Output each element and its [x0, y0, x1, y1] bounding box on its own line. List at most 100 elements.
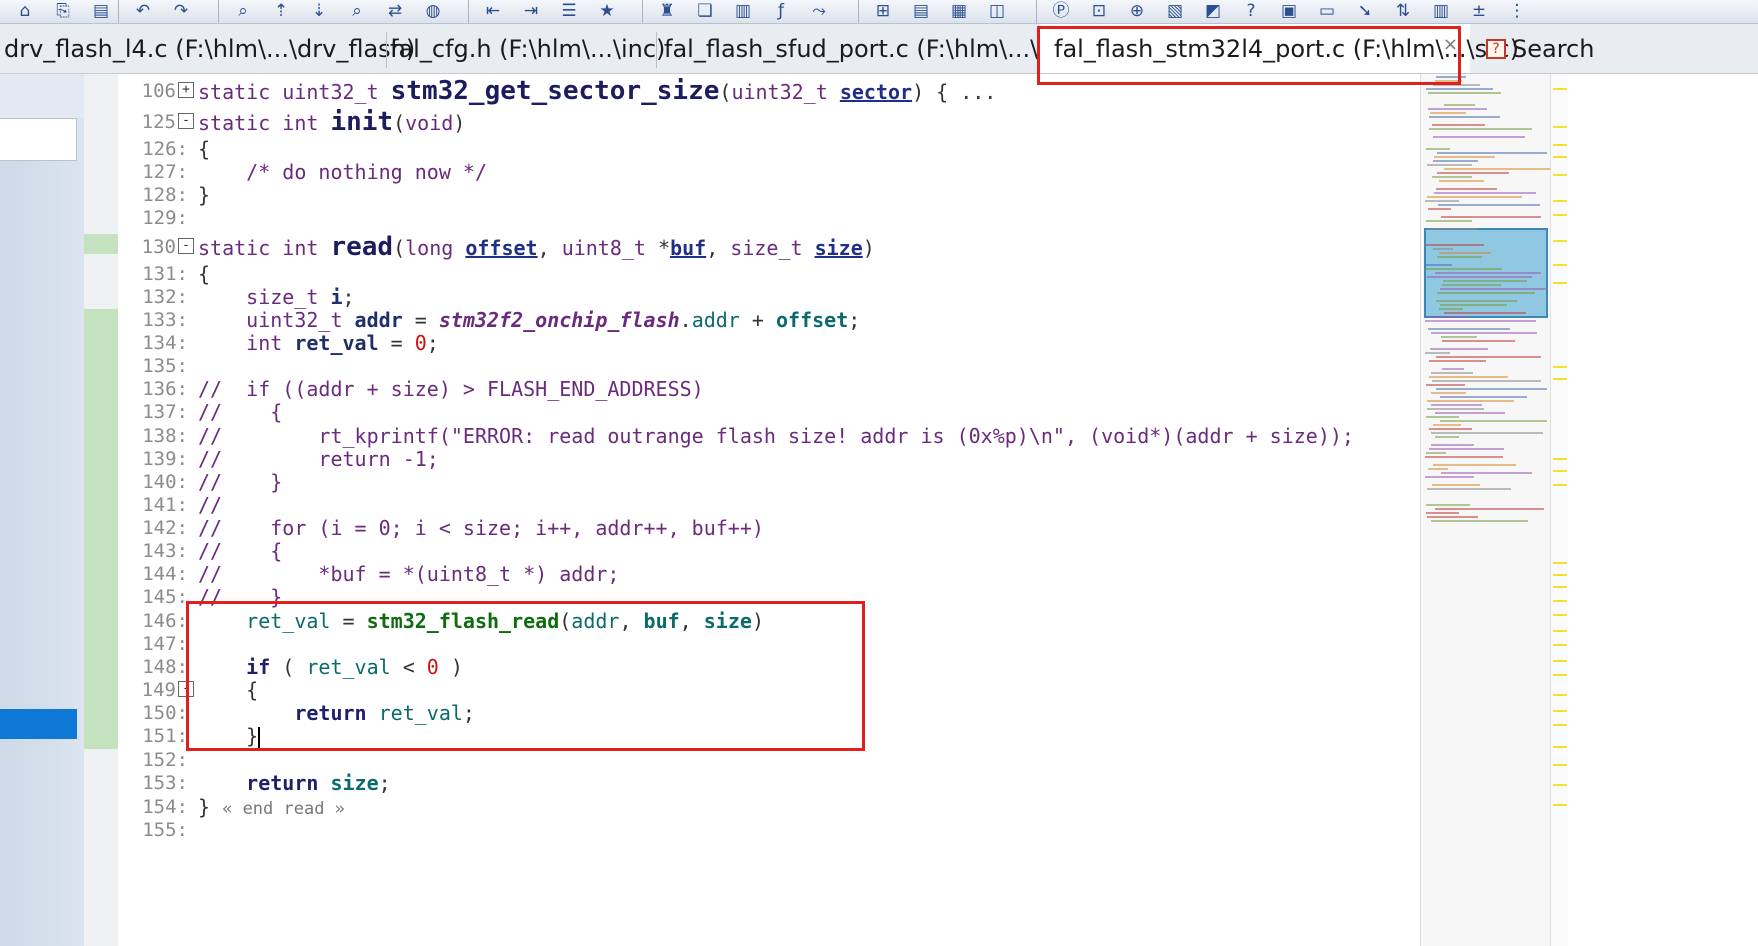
code-token: buf — [670, 236, 707, 260]
code-token: sector — [839, 80, 913, 104]
reference-icon[interactable]: ❏ — [690, 0, 720, 22]
find-up-icon[interactable]: ⇡ — [266, 0, 296, 22]
tab-fal-cfg[interactable]: fal_cfg.h (F:\hlm\...\inc) — [390, 24, 665, 73]
arrow-icon[interactable]: ➘ — [1350, 0, 1380, 22]
minimap-code-line — [1435, 272, 1541, 274]
code-token: ) — [438, 655, 463, 679]
code-editor[interactable]: 106 + static uint32_t stm32_get_sector_siz… — [118, 74, 1420, 946]
minimap-code-line — [1426, 452, 1446, 454]
window-icon[interactable]: ▣ — [1274, 0, 1304, 22]
code-token: // } — [198, 585, 283, 609]
code-token: size — [814, 236, 863, 260]
code-text: int ret_val = 0; — [198, 331, 439, 355]
more-icon[interactable]: ⋮ — [1502, 0, 1532, 22]
minimap[interactable] — [1420, 74, 1550, 946]
jump-forward-icon[interactable]: ⇥ — [516, 0, 546, 22]
clip-icon[interactable]: ◩ — [1198, 0, 1228, 22]
symbol-selected-row[interactable] — [0, 709, 77, 739]
toolbar-group: ↶ ↷ — [128, 0, 196, 22]
tab-label: Search — [1512, 35, 1595, 63]
code-text: { — [198, 137, 210, 161]
tab-divider — [656, 32, 657, 68]
tab-fal-flash-stm32l4-port[interactable]: fal_flash_stm32l4_port.c (F:\hlm\...\src… — [1040, 24, 1519, 73]
overview-ruler[interactable] — [1550, 74, 1568, 946]
graph-icon[interactable]: ⊡ — [1084, 0, 1114, 22]
code-token: read — [330, 232, 394, 262]
project-open-icon[interactable]: Ⓟ — [1046, 0, 1076, 22]
output-icon[interactable]: ▭ — [1312, 0, 1342, 22]
copy-icon[interactable]: ⎘ — [48, 0, 78, 22]
settings-icon[interactable]: ▥ — [1426, 0, 1456, 22]
minimap-code-line — [1427, 408, 1484, 410]
fold-expand-icon[interactable]: + — [178, 82, 194, 98]
minimap-code-line — [1425, 476, 1474, 478]
code-text: } — [198, 183, 210, 207]
paste-icon[interactable]: ▤ — [86, 0, 116, 22]
line-number: 149 — [141, 679, 176, 701]
text-cursor — [258, 727, 260, 749]
find-icon[interactable]: ⌕ — [228, 0, 258, 22]
minimap-code-line — [1432, 380, 1541, 382]
layout-3-icon[interactable]: ▦ — [944, 0, 974, 22]
modified-line-marker — [84, 309, 118, 749]
fold-collapse-icon[interactable]: - — [178, 238, 194, 254]
code-token: * — [658, 236, 671, 260]
tab-search[interactable]: ? Search — [1486, 24, 1758, 73]
code-token: uint32_t — [731, 80, 840, 104]
document-icon[interactable]: ▧ — [1160, 0, 1190, 22]
line-number: 152: — [142, 749, 188, 771]
tab-drv-flash-l4[interactable]: drv_flash_l4.c (F:\hlm\...\drv_flash) — [4, 24, 415, 73]
code-token: ret_val — [306, 655, 391, 679]
toolbar-separator — [468, 0, 469, 23]
browse-icon[interactable]: ▥ — [728, 0, 758, 22]
minimap-code-line — [1428, 92, 1501, 94]
minimap-code-line — [1429, 428, 1472, 430]
symbol-window — [0, 74, 84, 946]
jump-back-icon[interactable]: ⇤ — [478, 0, 508, 22]
code-token: i — [330, 285, 343, 309]
sync-icon[interactable]: ⇅ — [1388, 0, 1418, 22]
file-tab-bar: drv_flash_l4.c (F:\hlm\...\drv_flash) fa… — [0, 24, 1758, 74]
function-icon[interactable]: ƒ — [766, 0, 796, 22]
layout-4-icon[interactable]: ◫ — [982, 0, 1012, 22]
undo-icon[interactable]: ↶ — [128, 0, 158, 22]
fold-collapse-icon[interactable]: - — [178, 113, 194, 129]
ruler-marker — [1553, 470, 1567, 472]
tab-close-icon[interactable]: × — [1443, 34, 1458, 55]
code-text: // { — [198, 400, 282, 424]
minimap-code-line — [1440, 420, 1547, 422]
minimap-code-line — [1442, 368, 1464, 370]
web-search-icon[interactable]: ◍ — [418, 0, 448, 22]
context-icon[interactable]: ⊕ — [1122, 0, 1152, 22]
code-text: } — [198, 724, 258, 748]
code-text: } « end read » — [198, 795, 345, 821]
minimap-code-line — [1426, 220, 1472, 222]
project-icon[interactable]: ⌂ — [10, 0, 40, 22]
code-token: static int — [198, 111, 331, 135]
find-down-icon[interactable]: ⇣ — [304, 0, 334, 22]
symbol-lookup-icon[interactable]: ♜ — [652, 0, 682, 22]
redo-icon[interactable]: ↷ — [166, 0, 196, 22]
minimap-code-line — [1431, 332, 1537, 334]
code-token: size — [330, 771, 379, 795]
replace-icon[interactable]: ⇄ — [380, 0, 410, 22]
toolbar-group: ♜ ❏ ▥ ƒ ⤳ — [652, 0, 834, 22]
fold-collapse-icon[interactable]: - — [178, 681, 194, 697]
code-token: { — [198, 678, 259, 702]
bookmark-icon[interactable]: ★ — [592, 0, 622, 22]
relation-icon[interactable]: ⤳ — [804, 0, 834, 22]
find-files-icon[interactable]: ⌕ — [342, 0, 372, 22]
code-token: stm32_get_sector_size — [390, 76, 720, 106]
tab-fal-flash-sfud-port[interactable]: fal_flash_sfud_port.c (F:\hlm\...\src) — [664, 24, 1083, 73]
ruler-marker — [1553, 484, 1567, 486]
toolbar-separator — [642, 0, 643, 23]
layout-1-icon[interactable]: ⊞ — [868, 0, 898, 22]
minimap-code-line — [1428, 316, 1467, 318]
symbol-filter-input[interactable] — [0, 118, 77, 161]
diff-icon[interactable]: ± — [1464, 0, 1494, 22]
minimap-code-line — [1440, 396, 1527, 398]
outline-icon[interactable]: ☰ — [554, 0, 584, 22]
layout-2-icon[interactable]: ▤ — [906, 0, 936, 22]
code-token: uint8_t — [561, 236, 659, 260]
help-icon[interactable]: ? — [1236, 0, 1266, 22]
